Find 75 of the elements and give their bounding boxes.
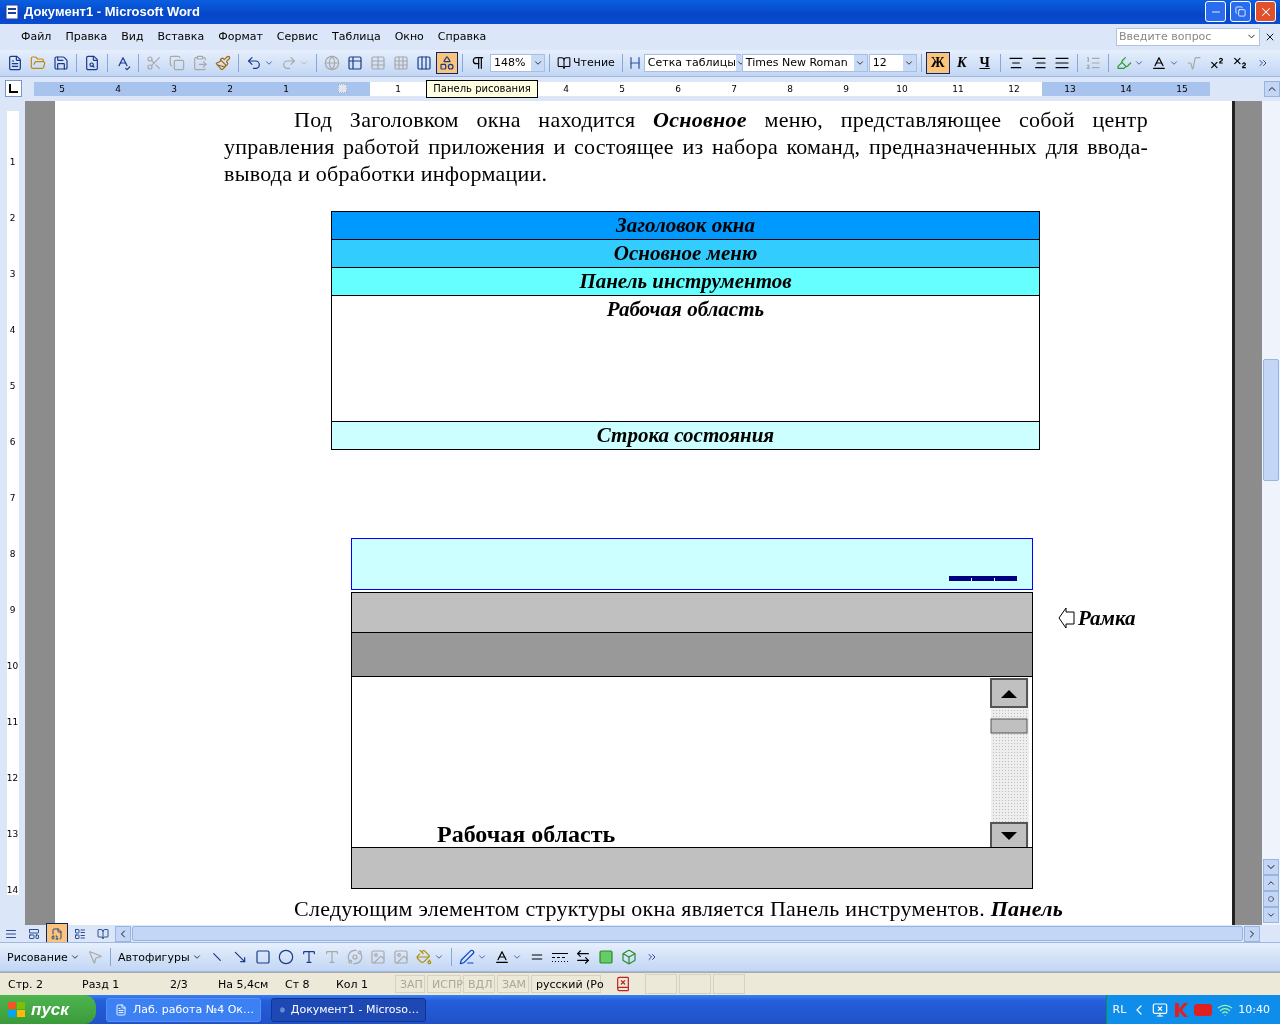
ruler-number: 14 bbox=[6, 884, 19, 895]
ruler-number: 1 bbox=[394, 83, 402, 94]
ruler-number: 6 bbox=[9, 436, 16, 447]
ruler-number: 11 bbox=[951, 83, 965, 94]
ruler-number: 5 bbox=[58, 83, 66, 94]
status-item: Стр. 2 bbox=[7, 977, 45, 991]
ruler-number: 5 bbox=[618, 83, 626, 94]
status-item: ИСПР bbox=[427, 975, 461, 994]
ruler-number: 1 bbox=[9, 156, 16, 167]
status-item: ЗАМ bbox=[497, 975, 529, 994]
status-item: русский (Ро bbox=[531, 975, 601, 994]
table-row: Заголовок окна bbox=[332, 211, 1039, 239]
font-size-combo[interactable]: 12 bbox=[868, 53, 917, 72]
italic-button[interactable]: К bbox=[950, 51, 973, 74]
autoshapes-menu-button[interactable]: Автофигуры bbox=[114, 946, 205, 969]
menu-item[interactable]: Формат bbox=[211, 28, 270, 46]
menu-item[interactable]: Вставка bbox=[150, 28, 212, 46]
menu-item[interactable]: Правка bbox=[58, 28, 115, 46]
ruler-number: 10 bbox=[6, 660, 19, 671]
ruler-number: 10 bbox=[895, 83, 909, 94]
ruler-number: 5 bbox=[9, 380, 16, 391]
ruler-number: 7 bbox=[730, 83, 738, 94]
status-item: Кол 1 bbox=[335, 977, 370, 991]
ruler-number: 4 bbox=[562, 83, 570, 94]
ruler-number: 12 bbox=[6, 772, 19, 783]
ruler-number: 15 bbox=[1175, 83, 1189, 94]
taskbar-button[interactable]: Документ1 - Microso… bbox=[271, 997, 426, 1022]
status-item: На 5,4см bbox=[217, 977, 270, 991]
ruler-number: 8 bbox=[786, 83, 794, 94]
reading-button[interactable]: Чтение bbox=[554, 51, 618, 74]
table-row: Основное меню bbox=[332, 238, 1039, 267]
body-paragraph: Под Заголовком окна находится Основное меню, представляющее собой центр управления работой приложения и состоящее из набора команд, предназначенных для ввода-вывода и обработки информации. bbox=[224, 105, 1148, 187]
drawing-menu-button[interactable]: Рисование bbox=[4, 946, 83, 969]
ruler-number: 13 bbox=[1063, 83, 1077, 94]
menu-item[interactable]: Справка bbox=[430, 28, 494, 46]
ruler-number: 8 bbox=[9, 548, 16, 559]
font-combo[interactable]: Times New Roman bbox=[741, 53, 868, 72]
ruler-number: 3 bbox=[170, 83, 178, 94]
ruler-number: 6 bbox=[674, 83, 682, 94]
style-combo[interactable]: Сетка таблицы bbox=[643, 53, 741, 72]
window-title: Документ1 - Microsoft Word bbox=[24, 4, 201, 20]
taskbar-button[interactable]: Лаб. работа №4 Ок… bbox=[106, 997, 261, 1022]
status-item: Разд 1 bbox=[81, 977, 121, 991]
menu-item[interactable]: Окно bbox=[387, 28, 431, 46]
tooltip: Панель рисования bbox=[426, 79, 538, 98]
status-item: Ст 8 bbox=[284, 977, 311, 991]
table-row: Строка состояния bbox=[332, 420, 1039, 449]
ruler-number: 11 bbox=[6, 716, 19, 727]
zoom-combo[interactable]: 148% bbox=[490, 53, 545, 72]
ruler-number: 9 bbox=[9, 604, 16, 615]
menu-item[interactable]: Сервис bbox=[269, 28, 325, 46]
frame-label: Рамка bbox=[1078, 605, 1136, 631]
underline-button[interactable]: Ч bbox=[973, 51, 996, 74]
clock: 10:40 bbox=[1238, 1003, 1270, 1016]
menu-item[interactable]: Вид bbox=[114, 28, 151, 46]
ruler-number: 2 bbox=[9, 212, 16, 223]
status-item: 2/3 bbox=[169, 977, 189, 991]
menu-item[interactable]: Таблица bbox=[324, 28, 388, 46]
status-item: ВДЛ bbox=[463, 975, 495, 994]
ruler-number: 12 bbox=[1007, 83, 1021, 94]
body-paragraph: Следующим элементом структуры окна является Панель инструментов. Панель bbox=[293, 894, 1065, 922]
ruler-number: 14 bbox=[1119, 83, 1133, 94]
ruler-number: 9 bbox=[842, 83, 850, 94]
ruler-number: 3 bbox=[9, 268, 16, 279]
ruler-number: 1 bbox=[282, 83, 290, 94]
ruler-number: 4 bbox=[9, 324, 16, 335]
work-area-label: Рабочая область bbox=[437, 820, 616, 847]
table-row: Панель инструментов bbox=[332, 266, 1039, 295]
menu-item[interactable]: Файл bbox=[14, 28, 59, 46]
bold-button[interactable]: Ж bbox=[925, 51, 950, 74]
ruler-number: 4 bbox=[114, 83, 122, 94]
status-item: ЗАП bbox=[395, 975, 425, 994]
ruler-number: 13 bbox=[6, 828, 19, 839]
ruler-number: 7 bbox=[9, 492, 16, 503]
ruler-number: 2 bbox=[226, 83, 234, 94]
